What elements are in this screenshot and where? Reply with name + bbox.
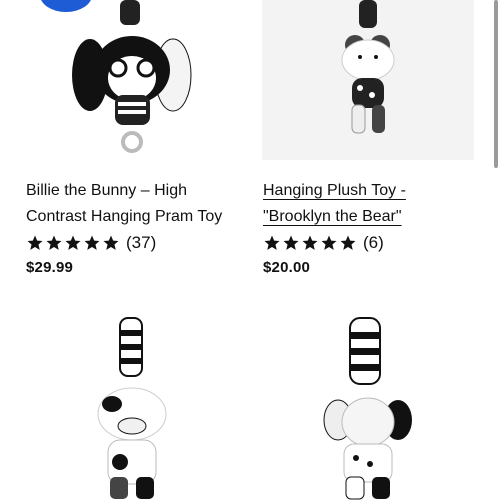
title-line-2[interactable]: "Brooklyn the Bear" (263, 208, 402, 225)
product-card-elephant[interactable] (250, 312, 500, 500)
price-bear: $20.00 (263, 259, 311, 276)
star-icon (103, 235, 119, 250)
product-image-bunny[interactable] (20, 0, 240, 160)
star-icon (46, 235, 62, 250)
price-bunny: $29.99 (26, 259, 74, 276)
title-line-1[interactable]: Billie the Bunny – High (26, 178, 222, 204)
product-image-cow[interactable] (40, 312, 220, 500)
review-count: (6) (363, 233, 384, 252)
scrollbar[interactable] (494, 0, 498, 168)
product-title-bear[interactable]: Hanging Plush Toy - "Brooklyn the Bear" (263, 178, 406, 230)
star-icon (321, 235, 337, 250)
star-icon (264, 235, 280, 250)
product-image-bear[interactable] (262, 0, 474, 160)
review-count: (37) (126, 233, 157, 252)
title-line-1[interactable]: Hanging Plush Toy - (263, 182, 406, 199)
rating-bunny: (37) (26, 233, 156, 253)
rating-bear: (6) (263, 233, 384, 253)
product-card-cow[interactable] (0, 312, 250, 500)
star-icon (340, 235, 356, 250)
star-icon (283, 235, 299, 250)
product-card-bunny[interactable]: Billie the Bunny – High Contrast Hanging… (0, 0, 250, 290)
title-line-2[interactable]: Contrast Hanging Pram Toy (26, 204, 222, 230)
star-icon (302, 235, 318, 250)
product-title-bunny[interactable]: Billie the Bunny – High Contrast Hanging… (26, 178, 222, 230)
product-card-bear[interactable]: Hanging Plush Toy - "Brooklyn the Bear" … (250, 0, 500, 290)
star-icon (84, 235, 100, 250)
product-image-elephant[interactable] (270, 312, 470, 500)
star-icon (65, 235, 81, 250)
star-icon (27, 235, 43, 250)
